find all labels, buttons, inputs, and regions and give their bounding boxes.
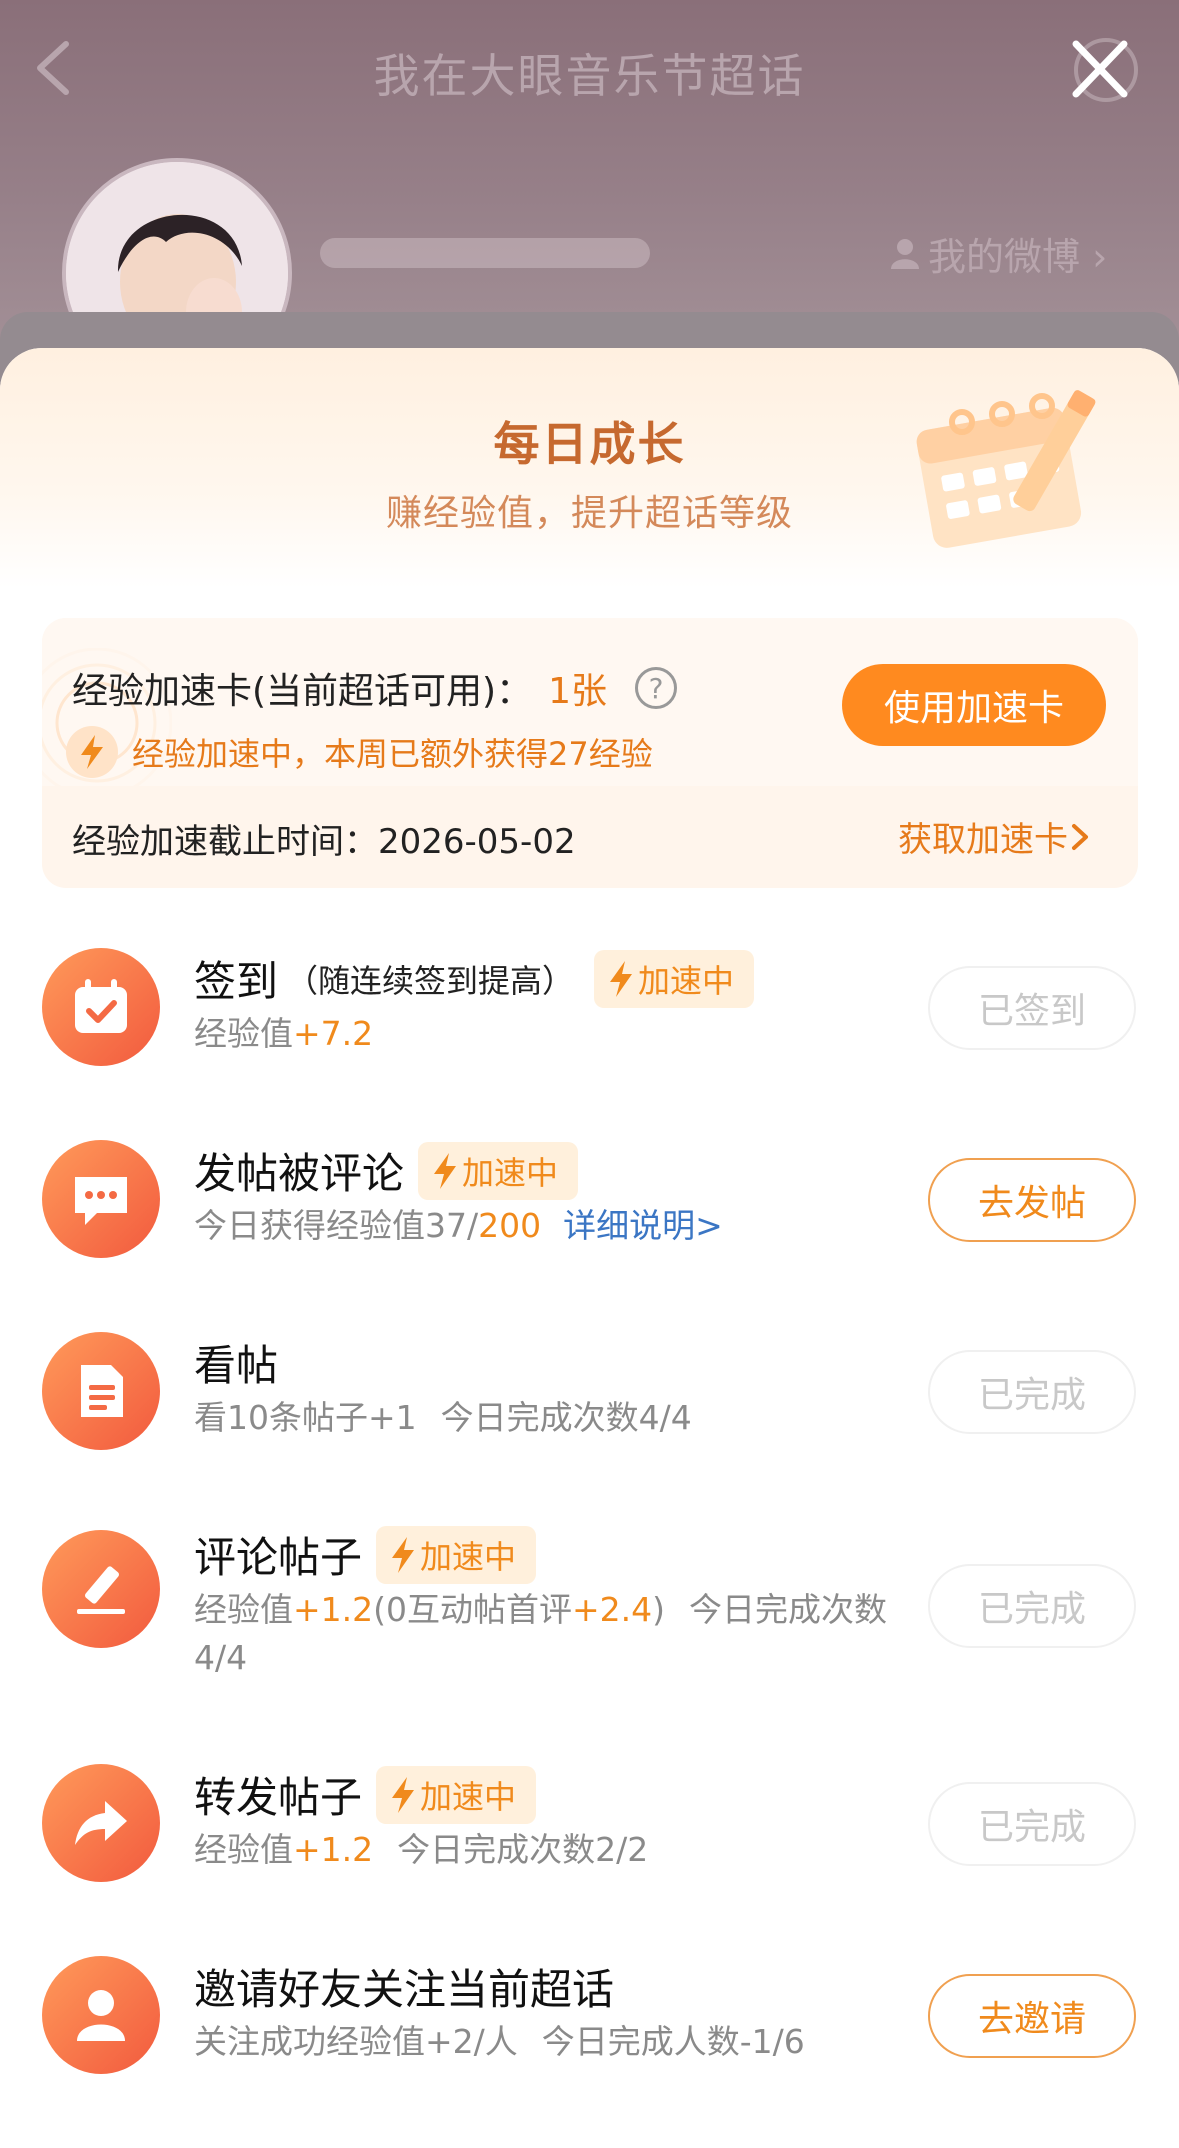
desc-text: 看10条帖子+1	[194, 1398, 417, 1437]
person-icon	[42, 1956, 160, 2074]
boost-status: 经验加速中，本周已额外获得27经验	[66, 726, 653, 778]
exp-value-bonus: +2.4	[572, 1590, 653, 1629]
completed-button[interactable]: 已完成	[928, 1564, 1136, 1648]
boost-badge-label: 加速中	[462, 1153, 559, 1192]
daily-growth-sheet: 每日成长 赚经验值，提升超话等级 经验加速卡(当前超话可用)： 1张 ? 经验加…	[0, 348, 1179, 2148]
edit-pencil-icon	[42, 1530, 160, 1648]
boost-deadline: 经验加速截止时间：2026-05-02	[72, 814, 576, 863]
task-title: 邀请好友关注当前超话	[194, 1956, 614, 2017]
boost-badge-label: 加速中	[638, 961, 735, 1000]
page-title: 我在大眼音乐节超话	[373, 49, 806, 103]
task-title-text: 评论帖子	[194, 1533, 363, 1582]
task-title: 看帖	[194, 1332, 278, 1393]
close-button[interactable]	[1060, 36, 1140, 104]
boost-badge: 加速中	[594, 949, 755, 1008]
exp-value: +1.2	[293, 1830, 374, 1869]
task-title: 发帖被评论 加速中	[194, 1140, 579, 1201]
calendar-check-icon	[42, 948, 160, 1066]
lightning-icon	[66, 726, 118, 778]
task-desc: 今日获得经验值37/200 详细说明>	[194, 1202, 723, 1250]
task-desc: 经验值+1.2 今日完成次数2/2	[194, 1826, 648, 1874]
task-title-text: 转发帖子	[194, 1773, 363, 1822]
task-title-text: 看帖	[194, 1341, 279, 1390]
boost-card: 经验加速卡(当前超话可用)： 1张 ? 经验加速中，本周已额外获得27经验 使用…	[42, 618, 1138, 888]
help-icon[interactable]: ?	[635, 667, 677, 709]
desc-prefix: 经验值	[194, 1590, 293, 1629]
task-desc: 关注成功经验值+2/人 今日完成人数-1/6	[194, 2018, 805, 2066]
task-title-text: 发帖被评论	[194, 1149, 405, 1198]
desc-prefix: 今日获得经验值37/	[194, 1206, 479, 1245]
go-invite-button[interactable]: 去邀请	[928, 1974, 1136, 2058]
desc-mid: (0互动帖首评	[373, 1590, 573, 1629]
deadline-label: 经验加速截止时间：	[72, 822, 378, 862]
lightning-icon	[392, 1536, 415, 1573]
exp-value: +1.2	[293, 1590, 374, 1629]
desc-prefix: 经验值	[194, 1830, 293, 1869]
sheet-subtitle: 赚经验值，提升超话等级	[385, 493, 793, 534]
use-boost-card-button[interactable]: 使用加速卡	[842, 664, 1106, 746]
boost-badge-label: 加速中	[420, 1537, 517, 1576]
boost-badge-label: 加速中	[420, 1777, 517, 1816]
sheet-title: 每日成长	[493, 417, 686, 471]
exp-limit: 200	[478, 1206, 542, 1245]
desc-count: 今日完成人数-1/6	[541, 2022, 805, 2061]
get-boost-card-link[interactable]: 获取加速卡	[898, 812, 1092, 861]
task-note: （随连续签到提高）	[286, 961, 575, 1000]
task-title: 签到 （随连续签到提高） 加速中	[194, 948, 755, 1009]
boost-card-label: 经验加速卡(当前超话可用)：	[72, 671, 533, 712]
boost-card-count: 1张	[548, 671, 607, 712]
checked-in-button[interactable]: 已签到	[928, 966, 1136, 1050]
task-desc-line2: 4/4	[194, 1638, 248, 1677]
boost-badge: 加速中	[418, 1141, 579, 1200]
details-link[interactable]: 详细说明>	[563, 1206, 723, 1245]
close-icon	[1072, 38, 1138, 102]
desc-count: 今日完成次数4/4	[440, 1398, 692, 1437]
desc-end: )	[652, 1590, 666, 1629]
lightning-icon	[392, 1776, 415, 1813]
desc-count: 今日完成次数2/2	[397, 1830, 649, 1869]
lightning-icon	[610, 960, 633, 997]
share-arrow-icon	[42, 1764, 160, 1882]
task-title: 评论帖子 加速中	[194, 1524, 537, 1585]
task-title-text: 签到	[194, 957, 279, 1006]
my-weibo-link[interactable]: 我的微博 ›	[888, 228, 1108, 279]
task-desc: 经验值+1.2(0互动帖首评+2.4) 今日完成次数	[194, 1586, 887, 1634]
boost-badge: 加速中	[376, 1765, 537, 1824]
deadline-value: 2026-05-02	[378, 822, 576, 862]
desc-prefix: 经验值	[194, 1014, 293, 1053]
completed-button[interactable]: 已完成	[928, 1782, 1136, 1866]
boost-badge: 加速中	[376, 1525, 537, 1584]
desc-count: 今日完成次数	[689, 1590, 888, 1629]
go-post-button[interactable]: 去发帖	[928, 1158, 1136, 1242]
task-desc: 看10条帖子+1 今日完成次数4/4	[194, 1394, 692, 1442]
task-desc: 经验值+7.2	[194, 1010, 373, 1058]
chat-bubble-icon	[42, 1140, 160, 1258]
my-weibo-label: 我的微博 ›	[928, 234, 1108, 279]
exp-value: +7.2	[293, 1014, 374, 1053]
document-icon	[42, 1332, 160, 1450]
get-card-label: 获取加速卡	[898, 820, 1068, 860]
user-icon	[891, 239, 919, 269]
task-title-text: 邀请好友关注当前超话	[194, 1965, 615, 2014]
chevron-right-icon	[1072, 823, 1088, 850]
boost-card-info: 经验加速卡(当前超话可用)： 1张 ?	[72, 662, 677, 714]
task-title: 转发帖子 加速中	[194, 1764, 537, 1825]
boost-status-text: 经验加速中，本周已额外获得27经验	[132, 735, 653, 773]
username-blurred	[320, 238, 650, 268]
lightning-icon	[434, 1152, 457, 1189]
desc-text: 关注成功经验值+2/人	[194, 2022, 518, 2061]
completed-button[interactable]: 已完成	[928, 1350, 1136, 1434]
